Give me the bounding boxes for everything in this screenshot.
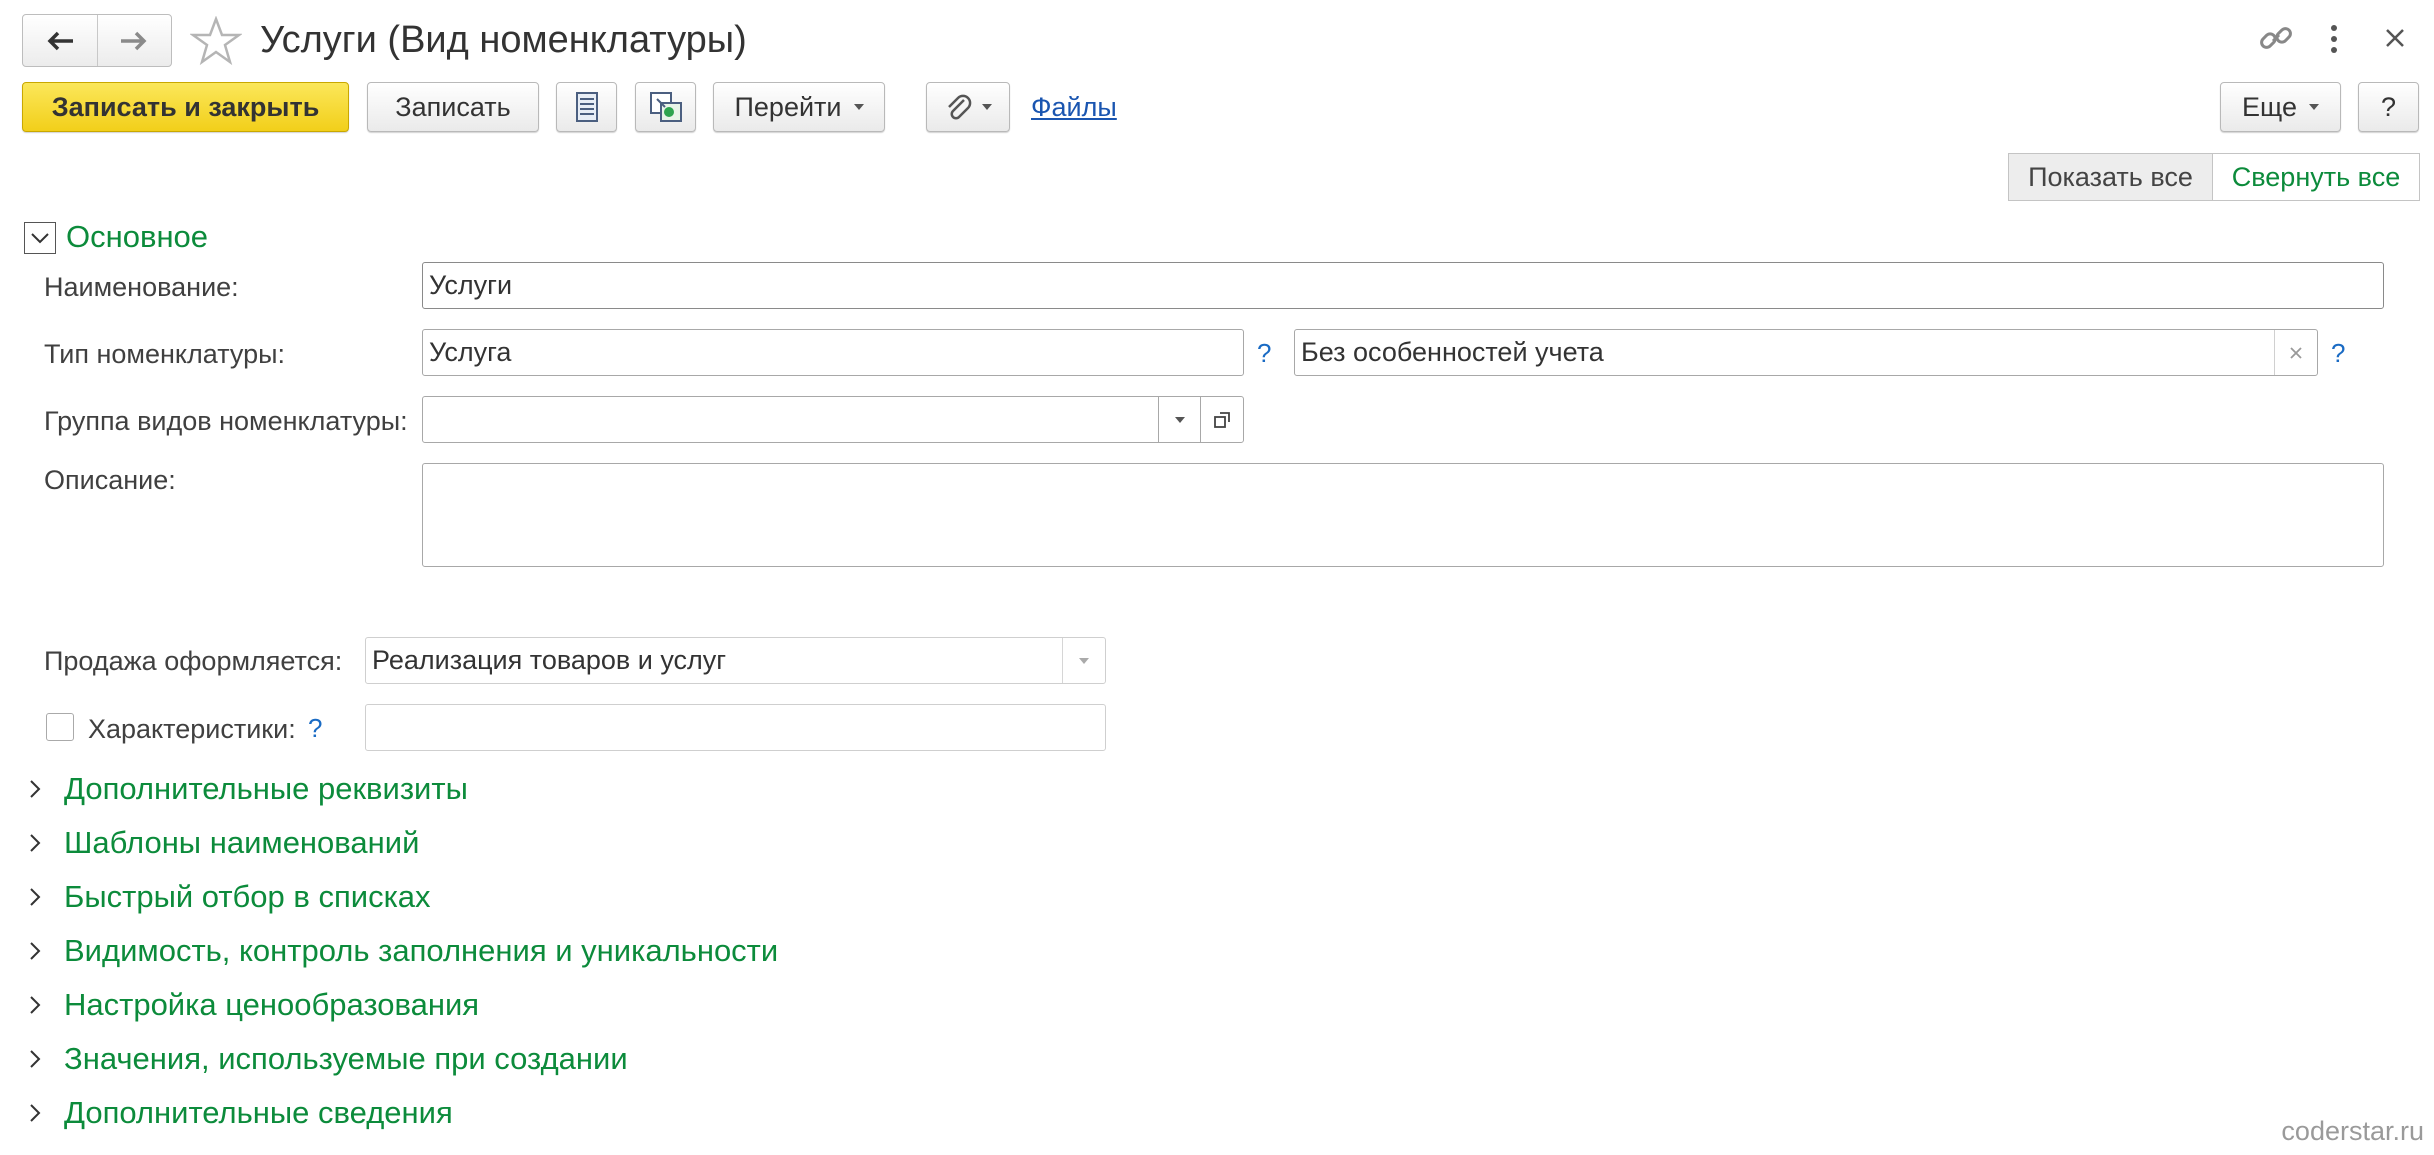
section-additional-attributes[interactable]: Дополнительные реквизиты	[28, 771, 468, 807]
clear-icon	[2290, 346, 2302, 359]
chevron-right-icon	[28, 832, 64, 854]
forward-button[interactable]	[96, 15, 172, 66]
more-vert-icon[interactable]	[2328, 22, 2340, 56]
chevron-right-icon	[28, 1048, 64, 1070]
section-title: Видимость, контроль заполнения и уникаль…	[64, 933, 779, 968]
section-title: Настройка ценообразования	[64, 987, 480, 1022]
sale-field[interactable]: Реализация товаров и услуг	[365, 637, 1106, 684]
section-default-values[interactable]: Значения, используемые при создании	[28, 1041, 628, 1077]
window-title: Услуги (Вид номенклатуры)	[260, 19, 747, 61]
expand-collapse-group: Показать все Свернуть все	[2008, 153, 2420, 201]
group-label: Группа видов номенклатуры:	[44, 406, 408, 436]
save-button[interactable]: Записать	[367, 82, 539, 132]
section-quick-filter[interactable]: Быстрый отбор в списках	[28, 879, 431, 915]
name-label: Наименование:	[44, 272, 239, 302]
open-icon	[1214, 411, 1230, 428]
help-label: ?	[2380, 91, 2397, 122]
section-title: Дополнительные реквизиты	[64, 771, 468, 806]
type-field[interactable]: Услуга	[422, 329, 1244, 376]
clear-button[interactable]	[2274, 330, 2317, 375]
save-label: Записать	[395, 91, 511, 122]
name-field[interactable]: Услуги	[422, 262, 2384, 309]
main-group-title[interactable]: Основное	[66, 219, 208, 255]
accounting-field[interactable]: Без особенностей учета	[1294, 329, 2318, 376]
star-icon[interactable]	[190, 16, 242, 66]
more-label: Еще	[2242, 91, 2297, 122]
list-report-icon	[575, 92, 598, 122]
accounting-help[interactable]: ?	[2331, 338, 2345, 369]
save-and-close-label: Записать и закрыть	[51, 91, 320, 122]
back-button[interactable]	[23, 15, 97, 66]
characteristics-label: Характеристики:	[88, 714, 296, 744]
navigation-buttons	[22, 14, 172, 67]
sale-dropdown-button[interactable]	[1062, 638, 1105, 683]
main-group-toggle[interactable]	[24, 222, 56, 254]
characteristics-help[interactable]: ?	[308, 713, 322, 744]
show-all-button[interactable]: Показать все	[2009, 154, 2213, 200]
section-pricing-settings[interactable]: Настройка ценообразования	[28, 987, 479, 1023]
watermark: coderstar.ru	[2281, 1116, 2424, 1146]
section-name-templates[interactable]: Шаблоны наименований	[28, 825, 419, 861]
list-report-button[interactable]	[556, 82, 617, 132]
chevron-down-icon	[853, 104, 864, 110]
attachments-button[interactable]	[926, 82, 1010, 132]
help-button[interactable]: ?	[2358, 82, 2419, 132]
chevron-down-icon	[1175, 416, 1185, 423]
group-dropdown-button[interactable]	[1158, 397, 1201, 442]
link-icon[interactable]	[2258, 20, 2294, 56]
description-label: Описание:	[44, 465, 176, 495]
characteristics-field[interactable]	[365, 704, 1106, 751]
goto-menu-button[interactable]: Перейти	[713, 82, 885, 132]
forward-arrow-icon	[121, 31, 147, 50]
chevron-right-icon	[28, 886, 64, 908]
type-help[interactable]: ?	[1257, 338, 1271, 369]
chevron-right-icon	[28, 778, 64, 800]
back-arrow-icon	[47, 31, 73, 50]
chevron-down-icon	[31, 233, 49, 244]
chevron-right-icon	[28, 940, 64, 962]
group-open-button[interactable]	[1200, 397, 1243, 442]
section-title: Значения, используемые при создании	[64, 1041, 628, 1076]
characteristics-checkbox[interactable]	[46, 713, 74, 741]
more-menu-button[interactable]: Еще	[2220, 82, 2341, 132]
collapse-all-button[interactable]: Свернуть все	[2213, 154, 2419, 200]
files-link[interactable]: Файлы	[1031, 92, 1117, 123]
section-title: Шаблоны наименований	[64, 825, 420, 860]
save-and-close-button[interactable]: Записать и закрыть	[22, 82, 349, 132]
group-field[interactable]	[422, 396, 1244, 443]
chevron-right-icon	[28, 994, 64, 1016]
structure-icon	[649, 92, 682, 122]
section-title: Быстрый отбор в списках	[64, 879, 431, 914]
sale-value: Реализация товаров и услуг	[372, 645, 727, 675]
accounting-value: Без особенностей учета	[1301, 337, 1604, 367]
section-additional-info[interactable]: Дополнительные сведения	[28, 1095, 453, 1131]
type-label: Тип номенклатуры:	[44, 339, 286, 369]
chevron-right-icon	[28, 1102, 64, 1124]
goto-label: Перейти	[734, 91, 842, 122]
sale-label: Продажа оформляется:	[44, 646, 343, 676]
chevron-down-icon	[2308, 104, 2319, 110]
section-title: Дополнительные сведения	[64, 1095, 453, 1130]
description-field[interactable]	[422, 463, 2384, 567]
section-visibility-control[interactable]: Видимость, контроль заполнения и уникаль…	[28, 933, 778, 969]
chevron-down-icon	[982, 104, 992, 110]
close-icon[interactable]	[2384, 27, 2406, 49]
paperclip-icon	[948, 94, 972, 120]
structure-button[interactable]	[635, 82, 696, 132]
chevron-down-icon	[1079, 657, 1089, 664]
